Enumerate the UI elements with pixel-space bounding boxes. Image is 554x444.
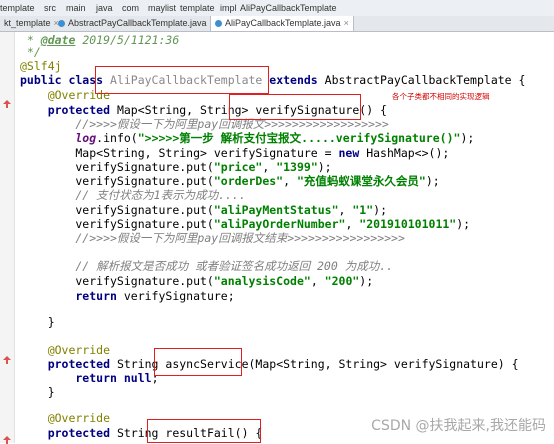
breadcrumb-item[interactable]: maylist — [148, 3, 176, 13]
code-line: @Override — [20, 411, 111, 425]
editor-tab-bar: kt_template × AbstractPayCallbackTemplate… — [0, 16, 554, 32]
breadcrumb-item[interactable]: java — [96, 3, 113, 13]
close-icon[interactable]: × — [344, 18, 349, 28]
annotation-note: 各个子类都不相同的实现逻辑 — [392, 92, 490, 101]
tab-label: kt_template — [4, 18, 51, 28]
editor-gutter — [0, 32, 15, 444]
code-line: } — [20, 385, 55, 399]
navigation-breadcrumb-bar: template src main java com maylist templ… — [0, 0, 554, 17]
breadcrumb-item[interactable]: AliPayCallbackTemplate — [240, 3, 337, 13]
code-line: verifySignature.put("analysisCode", "200… — [20, 274, 374, 288]
code-line: // 解析报文是否成功 或者验证签名成功返回 200 为成功.. — [20, 259, 394, 273]
code-line: return verifySignature; — [20, 289, 235, 303]
result-fail-highlight-box — [147, 419, 261, 443]
breadcrumb-item[interactable]: main — [66, 3, 86, 13]
tab-label: AliPayCallbackTemplate.java — [225, 18, 341, 28]
tab-label: AbstractPayCallbackTemplate.java — [68, 18, 207, 28]
breadcrumb-item[interactable]: template — [0, 3, 35, 13]
tab-abstract-pay-callback-template[interactable]: AbstractPayCallbackTemplate.java× — [54, 16, 219, 31]
code-line: } — [20, 315, 55, 329]
override-arrow-icon[interactable] — [3, 356, 11, 364]
breadcrumb-item[interactable]: template — [180, 3, 215, 13]
watermark: CSDN @扶我起来,我还能码 — [371, 418, 546, 434]
code-line: log.info(">>>>>第一步 解析支付宝报文.....verifySig… — [20, 131, 475, 145]
java-class-icon — [215, 20, 222, 28]
verify-signature-highlight-box — [229, 94, 361, 120]
class-name-highlight-box — [95, 66, 269, 94]
code-line: // 支付状态为1表示为成功.... — [20, 188, 246, 202]
override-arrow-icon[interactable] — [3, 100, 11, 108]
code-line: * @date 2019/5/1121:36 — [20, 33, 180, 47]
java-class-icon — [58, 20, 65, 28]
breadcrumb-item[interactable]: src — [44, 3, 56, 13]
breadcrumb-item[interactable]: com — [122, 3, 139, 13]
tab-ali-pay-callback-template[interactable]: AliPayCallbackTemplate.java × — [210, 16, 354, 31]
breadcrumb-item[interactable]: impl — [220, 3, 237, 13]
code-line: //>>>>假设一下为阿里pay回调报文结束>>>>>>>>>>>>>>>>> — [20, 231, 405, 245]
async-service-highlight-box — [154, 348, 242, 376]
